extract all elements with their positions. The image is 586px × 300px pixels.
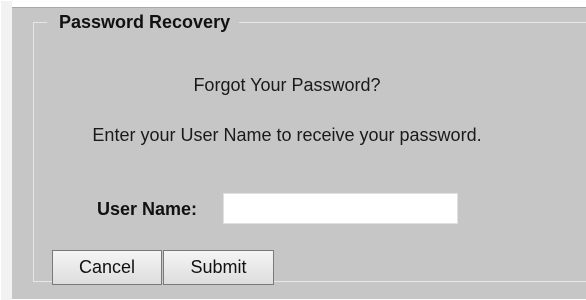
fieldset-legend: Password Recovery — [47, 11, 240, 33]
instructions-text: Enter your User Name to receive your pas… — [92, 125, 482, 145]
cancel-button[interactable]: Cancel — [52, 250, 162, 285]
forgot-password-heading: Forgot Your Password? — [193, 75, 381, 95]
submit-button-label: Submit — [190, 257, 247, 277]
submit-button[interactable]: Submit — [163, 250, 274, 285]
username-label: User Name: — [97, 199, 198, 219]
password-recovery-fieldset: Password Recovery — [33, 11, 586, 282]
password-recovery-panel: Password Recovery Forgot Your Password? … — [1, 1, 586, 300]
cancel-button-label: Cancel — [78, 257, 136, 277]
username-input[interactable] — [223, 193, 458, 224]
